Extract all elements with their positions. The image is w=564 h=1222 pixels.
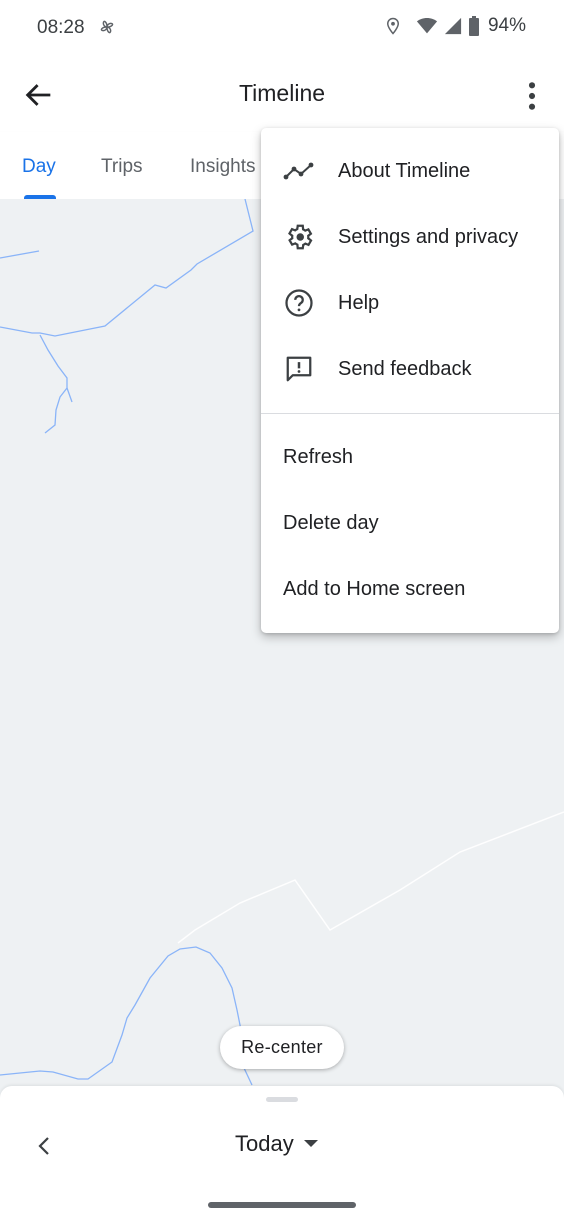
tab-trips[interactable]: Trips [101, 156, 143, 178]
menu-item-label: Send feedback [338, 357, 472, 380]
help-icon [283, 287, 315, 319]
arrow-drop-down-icon [303, 1140, 318, 1147]
menu-item-send-feedback[interactable]: Send feedback [261, 338, 559, 400]
date-selector[interactable]: Today [235, 1131, 318, 1157]
menu-item-label: Settings and privacy [338, 225, 519, 248]
timeline-icon [283, 155, 315, 187]
menu-item-about-timeline[interactable]: About Timeline [261, 140, 559, 202]
app-bar: Timeline [0, 58, 564, 132]
location-icon [386, 17, 399, 35]
menu-item-settings-privacy[interactable]: Settings and privacy [261, 206, 559, 268]
fan-icon [100, 20, 114, 34]
battery-icon [468, 16, 479, 36]
more-vert-icon[interactable] [524, 80, 540, 112]
page-title: Timeline [238, 80, 326, 106]
tab-day[interactable]: Day [22, 156, 56, 178]
recenter-button[interactable]: Re-center [220, 1026, 344, 1069]
menu-divider [261, 413, 559, 414]
status-icons: 94% [384, 15, 526, 37]
menu-item-label: Refresh [283, 445, 354, 468]
status-bar: 08:28 94% [0, 0, 564, 58]
overflow-menu: About Timeline Settings and privacy Help… [261, 128, 559, 633]
menu-item-label: Delete day [283, 511, 379, 534]
menu-item-help[interactable]: Help [261, 272, 559, 334]
gesture-nav-bar[interactable] [208, 1202, 356, 1208]
battery-percent: 94% [487, 15, 526, 36]
menu-item-delete-day[interactable]: Delete day [261, 492, 559, 554]
menu-item-add-to-home-screen[interactable]: Add to Home screen [261, 558, 559, 620]
feedback-icon [283, 353, 315, 385]
drag-handle[interactable] [266, 1097, 298, 1102]
gear-icon [283, 221, 315, 253]
menu-item-label: Help [338, 291, 380, 314]
tab-insights[interactable]: Insights [190, 156, 255, 178]
menu-item-label: About Timeline [338, 159, 471, 182]
wifi-icon [416, 17, 438, 34]
signal-icon [444, 17, 462, 35]
menu-item-refresh[interactable]: Refresh [261, 426, 559, 488]
date-label: Today [235, 1131, 294, 1156]
chevron-left-icon[interactable] [32, 1132, 56, 1160]
status-time: 08:28 [37, 17, 85, 38]
menu-item-label: Add to Home screen [283, 577, 466, 600]
